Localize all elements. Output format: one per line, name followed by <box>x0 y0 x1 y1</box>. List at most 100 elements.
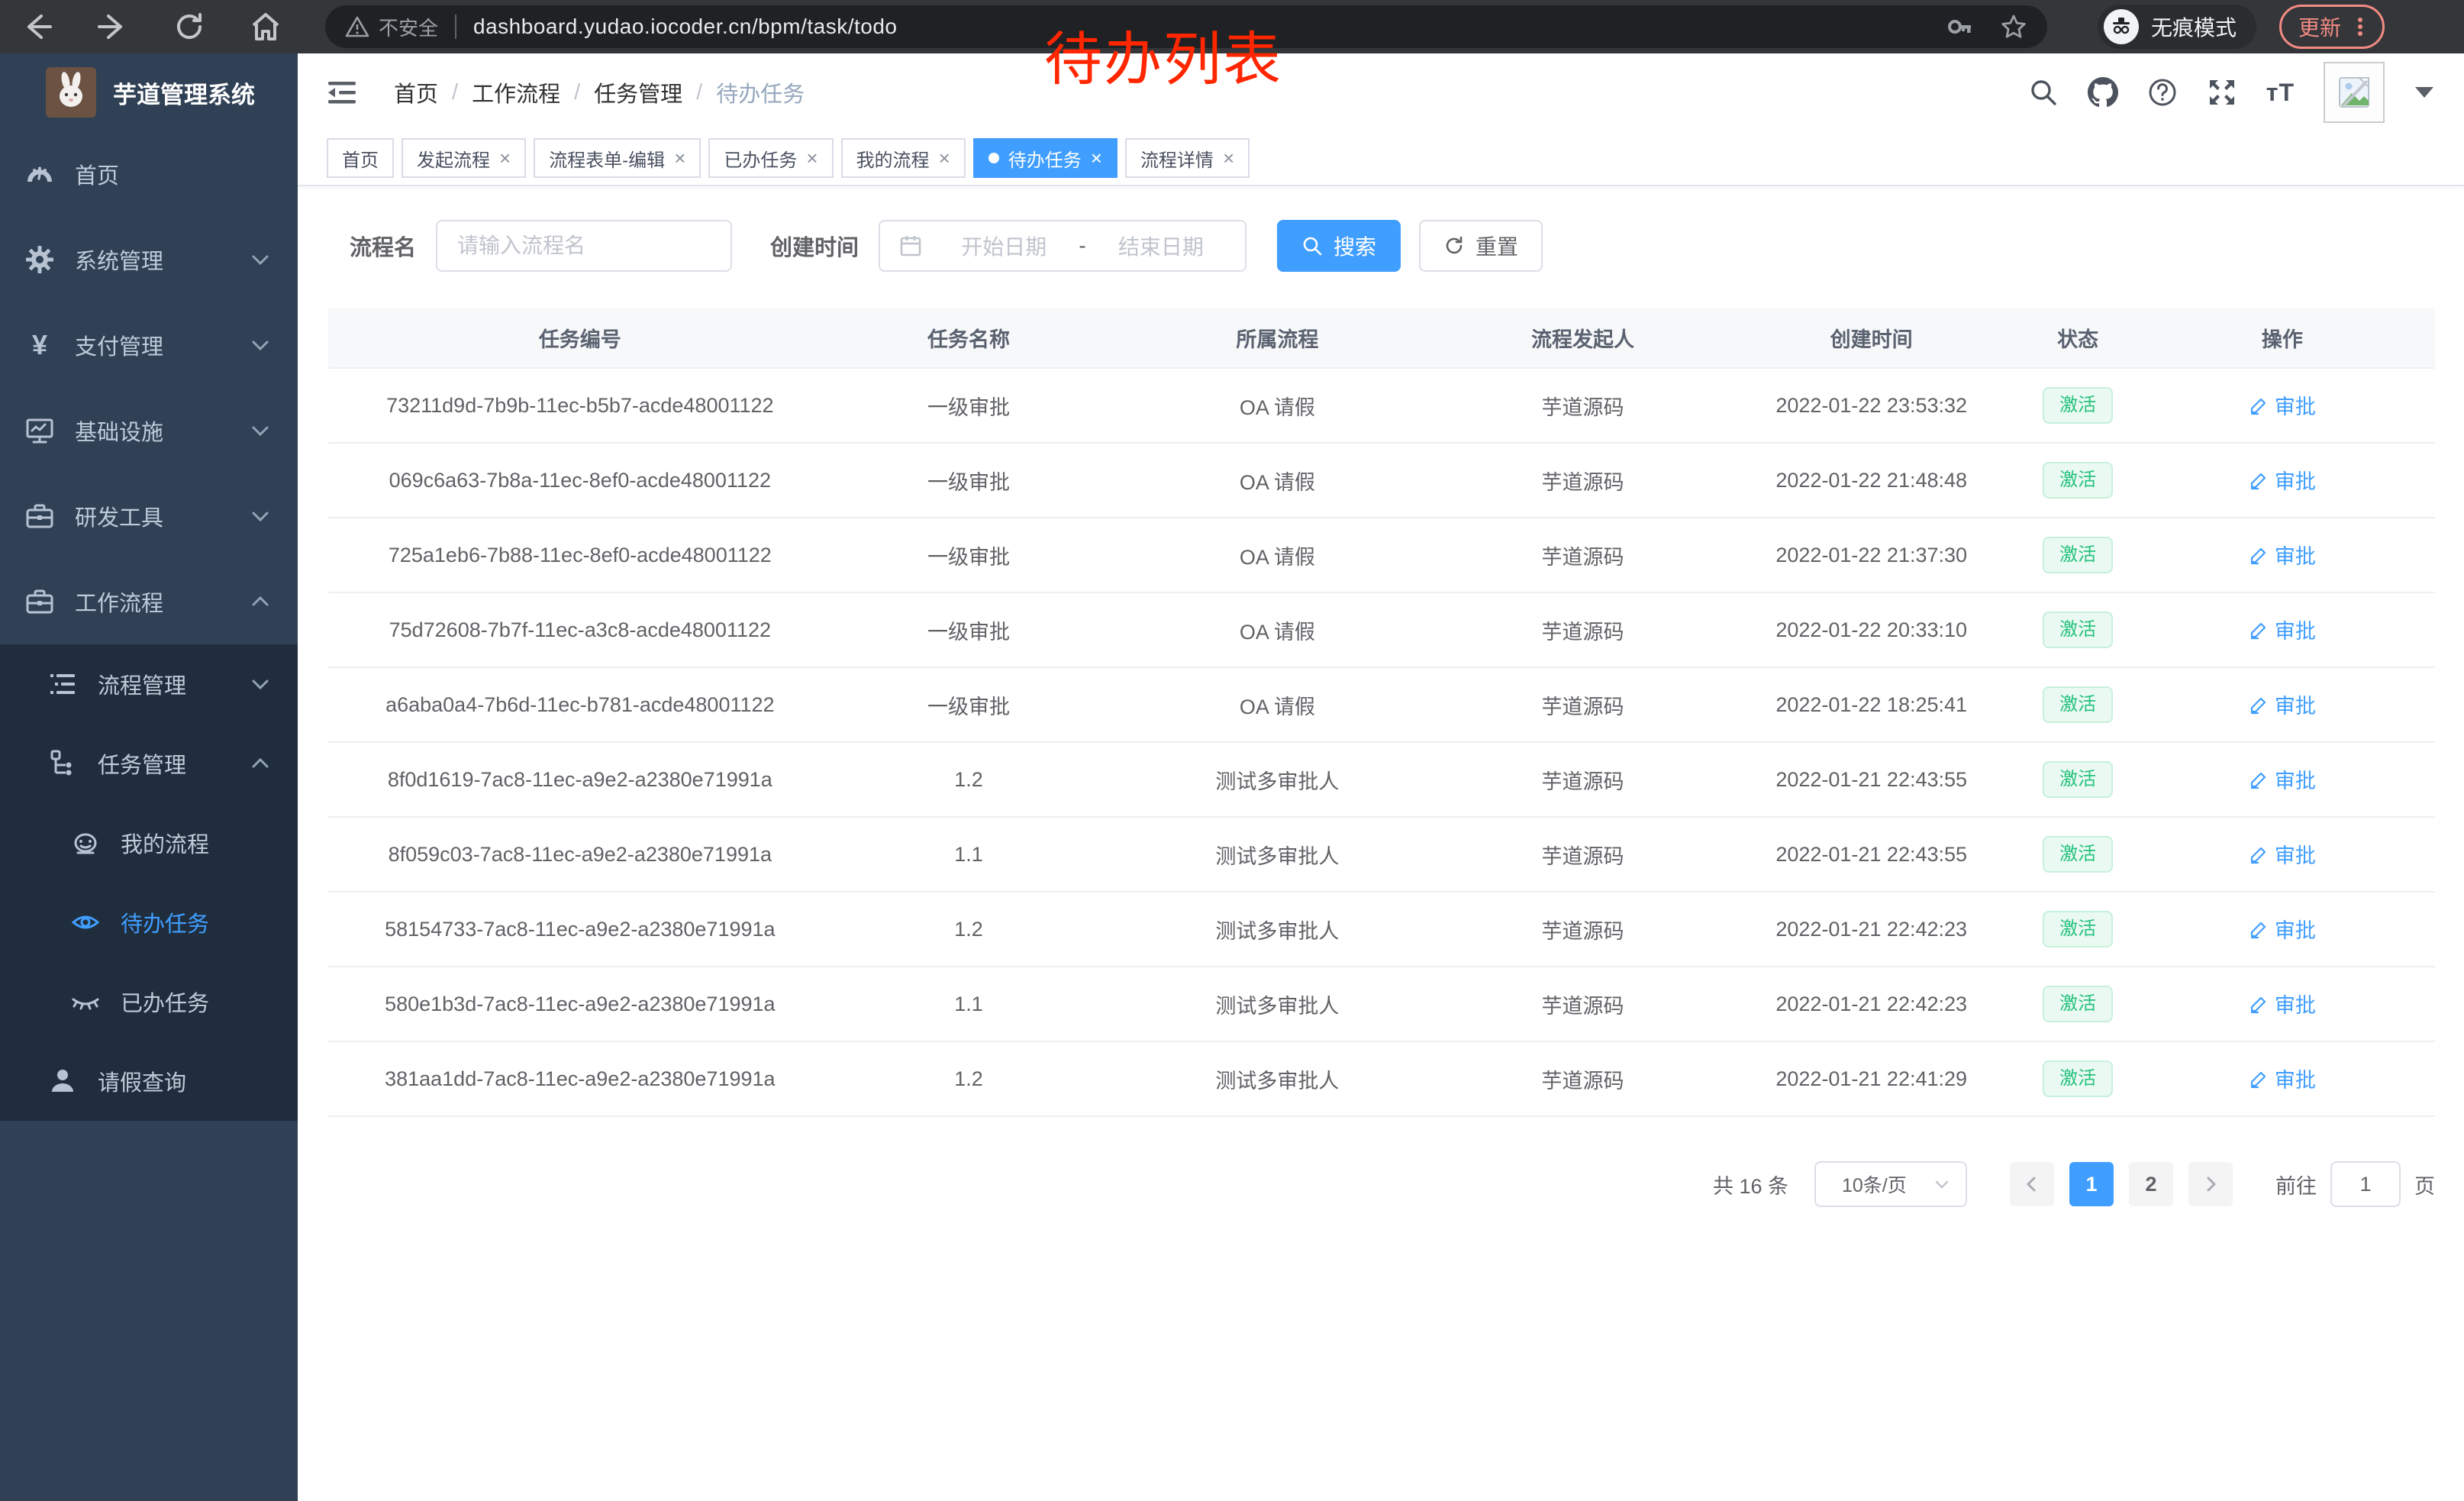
sidebar-item-task-management[interactable]: 任务管理 <box>0 724 298 803</box>
sidebar-item-home[interactable]: 首页 <box>0 131 298 217</box>
table-row[interactable]: a6aba0a4-7b6d-11ec-b781-acde48001122 一级审… <box>328 667 2435 742</box>
table-row[interactable]: 8f0d1619-7ac8-11ec-a9e2-a2380e71991a 1.2… <box>328 742 2435 817</box>
approve-button[interactable]: 审批 <box>2249 689 2316 719</box>
table-row[interactable]: 8f059c03-7ac8-11ec-a9e2-a2380e71991a 1.1… <box>328 817 2435 892</box>
tab[interactable]: 首页 <box>327 138 394 178</box>
col-starter: 流程发起人 <box>1449 308 1717 368</box>
home-icon[interactable] <box>249 10 282 44</box>
breadcrumb-workflow[interactable]: 工作流程 <box>472 76 560 108</box>
eye-icon <box>70 907 101 938</box>
search-icon[interactable] <box>2028 77 2059 108</box>
workflow-icon <box>24 586 55 617</box>
approve-button[interactable]: 审批 <box>2249 839 2316 869</box>
cell-process: 测试多审批人 <box>1105 742 1449 817</box>
close-icon[interactable]: × <box>499 148 511 168</box>
process-name-field[interactable] <box>436 220 732 272</box>
edit-icon <box>2249 770 2269 789</box>
approve-button[interactable]: 审批 <box>2249 465 2316 495</box>
create-time-label: 创建时间 <box>770 230 859 262</box>
end-date-placeholder[interactable]: 结束日期 <box>1091 231 1231 261</box>
start-date-placeholder[interactable]: 开始日期 <box>934 231 1074 261</box>
address-bar[interactable]: 不安全 dashboard.yudao.iocoder.cn/bpm/task/… <box>325 5 2047 48</box>
sidebar-item-leave-query[interactable]: 请假查询 <box>0 1041 298 1121</box>
help-icon[interactable] <box>2147 77 2178 108</box>
sidebar-item-infrastructure[interactable]: 基础设施 <box>0 388 298 473</box>
close-icon[interactable]: × <box>1223 148 1234 168</box>
table-row[interactable]: 73211d9d-7b9b-11ec-b5b7-acde48001122 一级审… <box>328 368 2435 443</box>
warning-icon[interactable] <box>345 15 369 39</box>
sidebar-item-todo-tasks[interactable]: 待办任务 <box>0 883 298 962</box>
sidebar-item-workflow[interactable]: 工作流程 <box>0 559 298 644</box>
goto-suffix: 页 <box>2414 1170 2435 1199</box>
search-button[interactable]: 搜索 <box>1277 220 1401 272</box>
approve-button[interactable]: 审批 <box>2249 615 2316 644</box>
approve-button[interactable]: 审批 <box>2249 1064 2316 1093</box>
date-range-picker[interactable]: 开始日期 - 结束日期 <box>879 220 1247 272</box>
next-page-button[interactable] <box>2188 1162 2233 1206</box>
sidebar-item-payment[interactable]: ¥ 支付管理 <box>0 302 298 388</box>
fold-icon[interactable] <box>325 76 359 109</box>
key-icon[interactable] <box>1946 13 1974 40</box>
table-row[interactable]: 58154733-7ac8-11ec-a9e2-a2380e71991a 1.2… <box>328 892 2435 967</box>
process-name-input[interactable] <box>457 234 711 258</box>
tab[interactable]: 待办任务 × <box>973 138 1118 178</box>
sidebar-item-system[interactable]: 系统管理 <box>0 217 298 302</box>
tab-label: 我的流程 <box>856 145 930 172</box>
github-icon[interactable] <box>2088 77 2118 108</box>
tab[interactable]: 流程表单-编辑 × <box>534 138 701 178</box>
approve-button[interactable]: 审批 <box>2249 390 2316 420</box>
approve-button[interactable]: 审批 <box>2249 540 2316 570</box>
cell-process: OA 请假 <box>1105 667 1449 742</box>
close-icon[interactable]: × <box>674 148 685 168</box>
approve-button[interactable]: 审批 <box>2249 914 2316 944</box>
goto-page-input[interactable] <box>2330 1161 2401 1207</box>
table-row[interactable]: 725a1eb6-7b88-11ec-8ef0-acde48001122 一级审… <box>328 518 2435 592</box>
star-icon[interactable] <box>2000 13 2027 40</box>
yen-icon: ¥ <box>24 330 55 360</box>
prev-page-button[interactable] <box>2010 1162 2054 1206</box>
breadcrumb-home[interactable]: 首页 <box>394 76 438 108</box>
close-icon[interactable]: × <box>1091 148 1102 168</box>
sidebar-item-process-management[interactable]: 流程管理 <box>0 644 298 724</box>
sidebar-item-devtools[interactable]: 研发工具 <box>0 473 298 559</box>
pagination: 共 16 条 10条/页 1 2 前往 <box>328 1161 2435 1207</box>
reload-icon[interactable] <box>173 10 206 44</box>
security-label[interactable]: 不安全 <box>379 13 438 41</box>
browser-update-button[interactable]: 更新 <box>2279 5 2385 49</box>
avatar[interactable] <box>2324 62 2385 123</box>
font-size-icon[interactable]: ᴛT <box>2266 79 2295 107</box>
approve-label: 审批 <box>2275 689 2316 719</box>
back-icon[interactable] <box>20 10 53 44</box>
table-row[interactable]: 580e1b3d-7ac8-11ec-a9e2-a2380e71991a 1.1… <box>328 967 2435 1041</box>
tab[interactable]: 流程详情 × <box>1125 138 1250 178</box>
sidebar-item-done-tasks[interactable]: 已办任务 <box>0 962 298 1041</box>
kebab-menu-icon[interactable] <box>2349 15 2372 38</box>
tab[interactable]: 已办任务 × <box>708 138 833 178</box>
table-row[interactable]: 381aa1dd-7ac8-11ec-a9e2-a2380e71991a 1.2… <box>328 1041 2435 1116</box>
table-row[interactable]: 75d72608-7b7f-11ec-a3c8-acde48001122 一级审… <box>328 592 2435 667</box>
approve-button[interactable]: 审批 <box>2249 764 2316 794</box>
cell-task-id: 381aa1dd-7ac8-11ec-a9e2-a2380e71991a <box>328 1041 832 1116</box>
app-logo[interactable]: 芋道管理系统 <box>0 53 298 131</box>
reset-button[interactable]: 重置 <box>1419 220 1543 272</box>
table-row[interactable]: 069c6a63-7b8a-11ec-8ef0-acde48001122 一级审… <box>328 443 2435 518</box>
update-label[interactable]: 更新 <box>2298 11 2341 42</box>
page-button-1[interactable]: 1 <box>2069 1162 2114 1206</box>
chevron-down-icon[interactable] <box>2415 87 2433 98</box>
close-icon[interactable]: × <box>939 148 950 168</box>
breadcrumb-task-management[interactable]: 任务管理 <box>594 76 682 108</box>
tab[interactable]: 发起流程 × <box>402 138 526 178</box>
close-icon[interactable]: × <box>806 148 818 168</box>
edit-icon <box>2249 919 2269 939</box>
sidebar-item-my-process[interactable]: 我的流程 <box>0 803 298 883</box>
toolbox-icon <box>24 501 55 531</box>
page-size-select[interactable]: 10条/页 <box>1814 1161 1967 1207</box>
fullscreen-icon[interactable] <box>2207 77 2237 108</box>
page-button-2[interactable]: 2 <box>2129 1162 2173 1206</box>
logo-image <box>46 67 96 118</box>
tab[interactable]: 我的流程 × <box>841 138 966 178</box>
app-title: 芋道管理系统 <box>113 76 255 110</box>
approve-button[interactable]: 审批 <box>2249 989 2316 1018</box>
forward-icon[interactable] <box>96 10 130 44</box>
url-text[interactable]: dashboard.yudao.iocoder.cn/bpm/task/todo <box>473 15 897 39</box>
